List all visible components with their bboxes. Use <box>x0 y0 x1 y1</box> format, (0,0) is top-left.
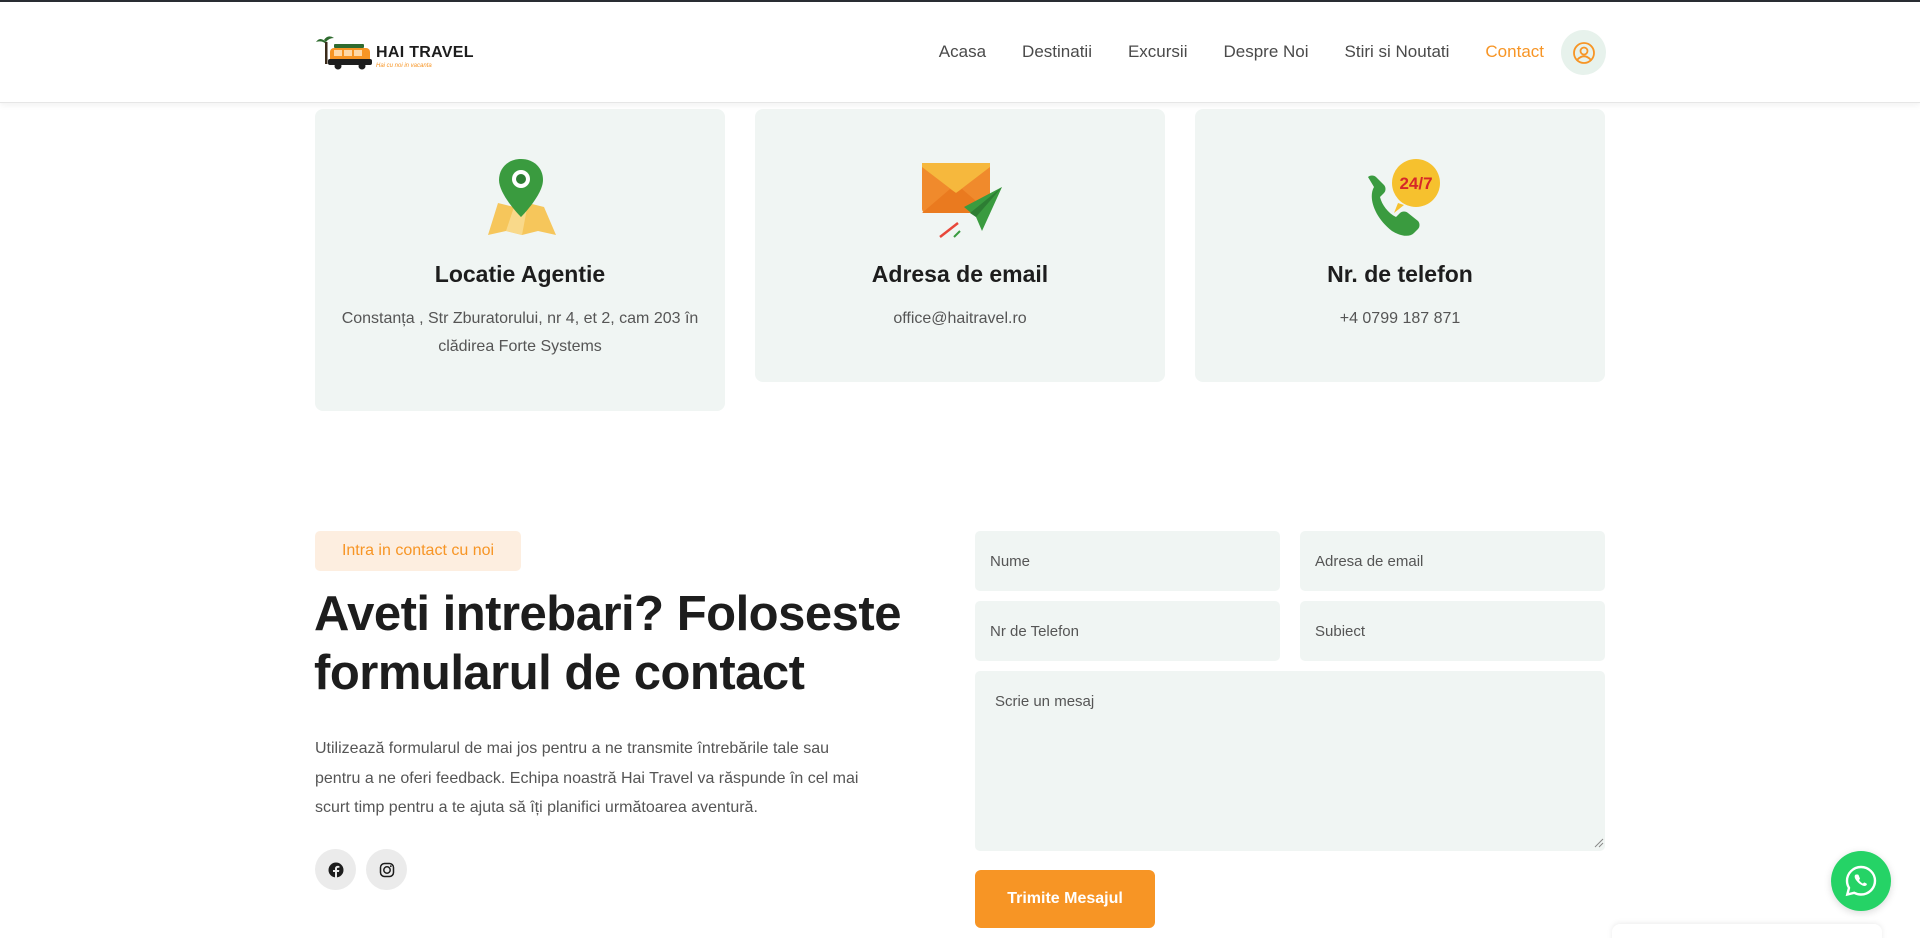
card-text[interactable]: office@haitravel.ro <box>775 305 1145 333</box>
logo-text: HAI TRAVEL <box>376 44 474 61</box>
facebook-icon <box>328 862 343 878</box>
name-input[interactable] <box>975 531 1280 591</box>
phone-input[interactable] <box>975 601 1280 661</box>
message-textarea[interactable] <box>975 671 1605 851</box>
whatsapp-button[interactable] <box>1831 851 1891 911</box>
map-pin-icon <box>488 159 556 235</box>
card-title: Nr. de telefon <box>1327 261 1473 287</box>
instagram-button[interactable] <box>366 849 407 890</box>
subject-input[interactable] <box>1300 601 1605 661</box>
card-email: Adresa de email office@haitravel.ro <box>755 109 1165 382</box>
whatsapp-icon <box>1845 865 1877 897</box>
card-phone: 24/7 Nr. de telefon +4 0799 187 871 <box>1195 109 1605 382</box>
logo[interactable]: HAI TRAVEL Hai cu noi in vacanta <box>314 32 474 74</box>
section-description: Utilizează formularul de mai jos pentru … <box>315 740 859 816</box>
nav-contact[interactable]: Contact <box>1485 42 1544 62</box>
card-title: Adresa de email <box>871 261 1049 287</box>
resize-handle-icon[interactable] <box>1594 838 1604 848</box>
card-text[interactable]: +4 0799 187 871 <box>1215 305 1585 333</box>
nav-acasa[interactable]: Acasa <box>939 42 986 62</box>
section-badge: Intra in contact cu noi <box>315 531 521 571</box>
facebook-button[interactable] <box>315 849 356 890</box>
whatsapp-popup <box>1612 924 1882 938</box>
phone-24-7-icon: 24/7 <box>1368 159 1440 236</box>
main-nav: Acasa Destinatii Excursii Despre Noi Sti… <box>903 42 1544 62</box>
nav-stiri-si-noutati[interactable]: Stiri si Noutati <box>1345 42 1450 62</box>
card-text: Constanța , Str Zburatorului, nr 4, et 2… <box>341 310 699 355</box>
instagram-icon <box>379 862 394 877</box>
nav-excursii[interactable]: Excursii <box>1128 42 1188 62</box>
logo-bus-palm-icon <box>316 36 372 70</box>
submit-button[interactable]: Trimite Mesajul <box>975 870 1155 928</box>
user-account-button[interactable] <box>1561 30 1606 75</box>
email-icon <box>922 163 1002 238</box>
section-headline: Aveti intrebari? Foloseste formularul de… <box>314 587 901 700</box>
logo-tagline: Hai cu noi in vacanta <box>376 63 432 69</box>
user-icon <box>1572 41 1595 64</box>
nav-despre-noi[interactable]: Despre Noi <box>1223 42 1308 62</box>
phone-badge-text: 24/7 <box>1399 174 1432 193</box>
site-header: HAI TRAVEL Hai cu noi in vacanta Acasa D… <box>0 2 1920 103</box>
card-title: Locatie Agentie <box>434 261 606 287</box>
email-input[interactable] <box>1300 531 1605 591</box>
nav-destinatii[interactable]: Destinatii <box>1022 42 1092 62</box>
card-location: Locatie Agentie Constanța , Str Zburator… <box>315 109 725 411</box>
